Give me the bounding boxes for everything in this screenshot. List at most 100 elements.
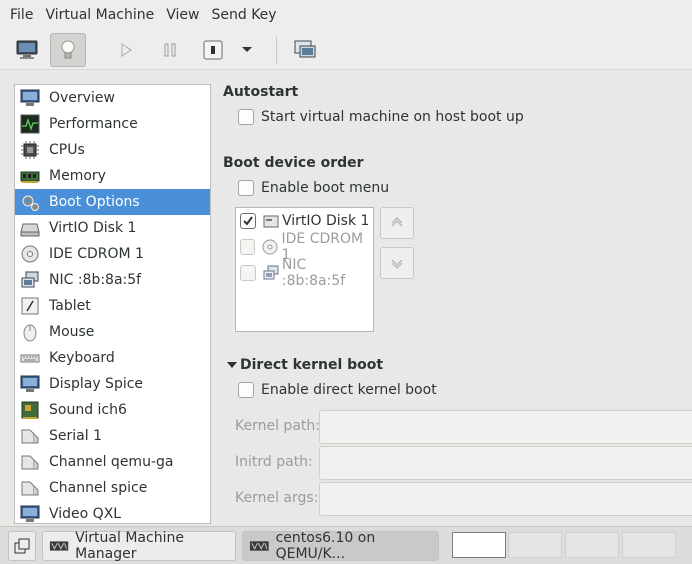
sidebar-item-label: Keyboard (49, 350, 115, 366)
sidebar-item-label: VirtIO Disk 1 (49, 220, 137, 236)
nic-icon (19, 269, 41, 291)
autostart-title: Autostart (223, 84, 299, 100)
toolbar (0, 30, 692, 70)
task-label: Virtual Machine Manager (75, 530, 184, 562)
sidebar-item-virtio-disk[interactable]: VirtIO Disk 1 (15, 215, 210, 241)
performance-icon (19, 113, 41, 135)
sidebar-item-tablet[interactable]: Tablet (15, 293, 210, 319)
task-vm-console[interactable]: centos6.10 on QEMU/K... (242, 530, 439, 562)
boot-device-checkbox[interactable] (240, 213, 256, 229)
sidebar-item-nic[interactable]: NIC :8b:8a:5f (15, 267, 210, 293)
workspace-4[interactable] (622, 532, 676, 558)
autostart-label: Start virtual machine on host boot up (261, 109, 524, 125)
virt-manager-icon (249, 541, 269, 551)
workspace-1[interactable] (452, 532, 506, 558)
sidebar-item-channel-qemu-ga[interactable]: Channel qemu-ga (15, 449, 210, 475)
cdrom-icon (262, 239, 278, 255)
sound-icon (19, 399, 41, 421)
sidebar-item-channel-spice[interactable]: Channel spice (15, 475, 210, 501)
boot-menu-checkbox-row[interactable]: Enable boot menu (238, 180, 389, 196)
sidebar-item-keyboard[interactable]: Keyboard (15, 345, 210, 371)
show-desktop-icon (14, 538, 30, 554)
pause-button[interactable] (152, 33, 188, 67)
tablet-icon (19, 295, 41, 317)
sidebar-item-label: Channel spice (49, 480, 148, 496)
shutdown-menu-button[interactable] (233, 33, 261, 67)
task-virt-manager[interactable]: Virtual Machine Manager (42, 530, 236, 562)
sidebar-item-label: Memory (49, 168, 106, 184)
shutdown-button[interactable] (195, 33, 231, 67)
sidebar-item-sound[interactable]: Sound ich6 (15, 397, 210, 423)
sidebar-item-mouse[interactable]: Mouse (15, 319, 210, 345)
kernel-boot-checkbox-row[interactable]: Enable direct kernel boot (238, 382, 437, 398)
show-desktop-button[interactable] (8, 531, 36, 561)
screenshot-icon (294, 40, 316, 58)
kernel-path-label: Kernel path: (235, 418, 320, 434)
details-button[interactable] (50, 33, 86, 67)
sidebar-item-label: Channel qemu-ga (49, 454, 174, 470)
channel-icon (19, 477, 41, 499)
pause-icon (164, 43, 176, 57)
sidebar-item-label: Sound ich6 (49, 402, 127, 418)
sidebar-item-performance[interactable]: Performance (15, 111, 210, 137)
boot-device-list: VirtIO Disk 1 IDE CDROM 1 NIC :8b:8a:5f (235, 207, 374, 332)
autostart-checkbox-row[interactable]: Start virtual machine on host boot up (238, 109, 524, 125)
menu-send-key[interactable]: Send Key (205, 7, 282, 23)
menu-view[interactable]: View (160, 7, 205, 23)
boot-device-row[interactable]: NIC :8b:8a:5f (236, 257, 373, 289)
sidebar-item-boot-options[interactable]: Boot Options (15, 189, 210, 215)
workspace-3[interactable] (565, 532, 619, 558)
sidebar-item-serial[interactable]: Serial 1 (15, 423, 210, 449)
display-icon (19, 373, 41, 395)
sidebar-item-label: CPUs (49, 142, 85, 158)
overview-icon (19, 87, 41, 109)
sidebar-item-ide-cdrom[interactable]: IDE CDROM 1 (15, 241, 210, 267)
boot-order-title: Boot device order (223, 155, 364, 171)
kernel-args-input[interactable] (319, 482, 692, 516)
move-down-button[interactable] (380, 247, 414, 279)
boot-device-checkbox[interactable] (240, 265, 256, 281)
sidebar-item-label: Mouse (49, 324, 95, 340)
autostart-checkbox[interactable] (238, 109, 254, 125)
kernel-boot-expander[interactable]: Direct kernel boot (227, 357, 383, 373)
checkmark-icon (243, 216, 253, 226)
sidebar-item-label: Overview (49, 90, 115, 106)
kernel-path-input[interactable] (319, 410, 692, 444)
run-button[interactable] (108, 33, 144, 67)
fullscreen-button[interactable] (287, 33, 323, 67)
boot-device-checkbox[interactable] (240, 239, 256, 255)
kernel-boot-title: Direct kernel boot (240, 357, 384, 373)
sidebar-item-label: IDE CDROM 1 (49, 246, 144, 262)
initrd-path-input[interactable] (319, 446, 692, 480)
menu-file[interactable]: File (4, 7, 39, 23)
kernel-boot-checkbox[interactable] (238, 382, 254, 398)
console-button[interactable] (9, 33, 45, 67)
keyboard-icon (19, 347, 41, 369)
move-up-button[interactable] (380, 207, 414, 239)
sidebar-item-display-spice[interactable]: Display Spice (15, 371, 210, 397)
nic-icon (263, 265, 279, 281)
sidebar-item-cpus[interactable]: CPUs (15, 137, 210, 163)
disk-icon (19, 217, 41, 239)
sidebar-item-overview[interactable]: Overview (15, 85, 210, 111)
boot-device-label: NIC :8b:8a:5f (281, 257, 346, 289)
channel-icon (19, 451, 41, 473)
sidebar-item-video-qxl[interactable]: Video QXL (15, 501, 210, 523)
toolbar-separator (276, 36, 277, 64)
workspace-2[interactable] (508, 532, 562, 558)
chevron-down-icon (242, 47, 252, 52)
boot-options-panel: Autostart Start virtual machine on host … (222, 80, 692, 524)
sidebar-item-label: Display Spice (49, 376, 144, 392)
menubar: File Virtual Machine View Send Key (0, 0, 692, 30)
boot-menu-checkbox[interactable] (238, 180, 254, 196)
task-label: centos6.10 on QEMU/K... (275, 530, 376, 562)
shutdown-icon (203, 40, 223, 60)
cpu-icon (19, 139, 41, 161)
lightbulb-icon (61, 40, 75, 59)
sidebar-item-label: Tablet (49, 298, 91, 314)
sidebar-item-memory[interactable]: Memory (15, 163, 210, 189)
chevron-up-icon (391, 217, 403, 227)
menu-virtual-machine[interactable]: Virtual Machine (39, 7, 160, 23)
boot-device-label: VirtIO Disk 1 (282, 213, 370, 229)
play-icon (121, 42, 133, 58)
